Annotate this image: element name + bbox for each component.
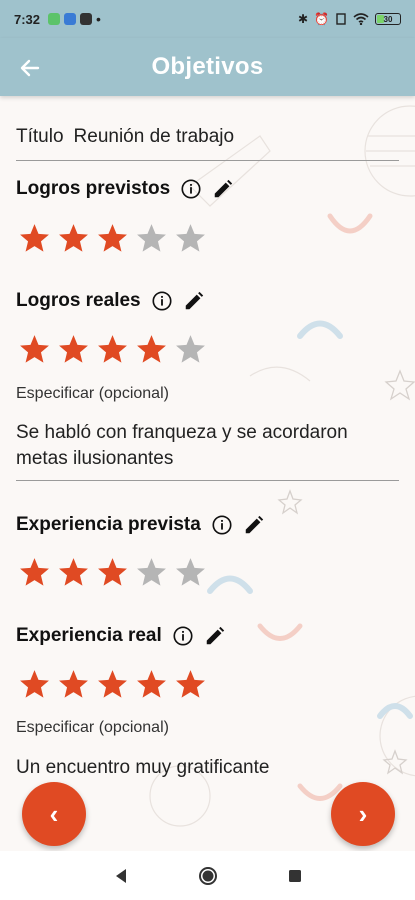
status-bar: 7:32 • ✱ ⏰ 30 bbox=[0, 0, 415, 38]
star-empty-icon[interactable] bbox=[135, 222, 168, 255]
edit-pencil-icon[interactable] bbox=[243, 514, 265, 536]
star-empty-icon[interactable] bbox=[174, 333, 207, 366]
next-button[interactable]: › bbox=[331, 782, 395, 846]
k-app-icon bbox=[80, 13, 93, 25]
note-text[interactable]: Un encuentro muy gratificante bbox=[16, 755, 399, 781]
specify-label: Especificar (opcional) bbox=[16, 385, 169, 402]
background-pattern bbox=[149, 105, 415, 827]
dot-icon: • bbox=[96, 11, 101, 27]
section-label: Logros previstos bbox=[16, 178, 171, 199]
star-empty-icon[interactable] bbox=[135, 556, 168, 589]
star-filled-icon[interactable] bbox=[96, 222, 129, 255]
battery-level: 30 bbox=[383, 14, 393, 24]
note-text[interactable]: Se habló con franqueza y se acordaron me… bbox=[16, 420, 399, 472]
rating-experiencia-real[interactable] bbox=[18, 668, 207, 701]
star-filled-icon[interactable] bbox=[57, 668, 90, 701]
bluetooth-icon: ✱ bbox=[297, 12, 309, 26]
star-filled-icon[interactable] bbox=[18, 333, 51, 366]
whatsapp-icon bbox=[48, 13, 61, 25]
star-filled-icon[interactable] bbox=[96, 556, 129, 589]
rating-logros-reales[interactable] bbox=[18, 333, 207, 366]
section-logros-previstos: Logros previstos bbox=[16, 178, 234, 200]
edit-pencil-icon[interactable] bbox=[204, 625, 226, 647]
section-label: Logros reales bbox=[16, 290, 141, 311]
section-label: Experiencia real bbox=[16, 625, 162, 646]
section-label: Experiencia prevista bbox=[16, 514, 201, 535]
star-filled-icon[interactable] bbox=[57, 556, 90, 589]
app-notification-icon bbox=[64, 13, 77, 25]
divider bbox=[16, 480, 399, 481]
status-time: 7:32 bbox=[14, 11, 41, 27]
info-icon[interactable] bbox=[172, 625, 194, 647]
star-filled-icon[interactable] bbox=[18, 556, 51, 589]
alarm-icon: ⏰ bbox=[314, 12, 329, 26]
chevron-left-icon: ‹ bbox=[49, 798, 59, 829]
title-value: Reunión de trabajo bbox=[73, 126, 235, 147]
back-arrow-icon[interactable] bbox=[18, 56, 42, 80]
info-icon[interactable] bbox=[211, 514, 233, 536]
page-title: Objetivos bbox=[151, 53, 264, 80]
star-empty-icon[interactable] bbox=[174, 556, 207, 589]
nav-home-icon[interactable] bbox=[198, 866, 218, 886]
system-nav-bar bbox=[0, 851, 415, 900]
nav-back-icon[interactable] bbox=[114, 868, 128, 884]
star-filled-icon[interactable] bbox=[18, 222, 51, 255]
star-filled-icon[interactable] bbox=[135, 333, 168, 366]
star-filled-icon[interactable] bbox=[96, 668, 129, 701]
rating-logros-previstos[interactable] bbox=[18, 222, 207, 255]
section-experiencia-real: Experiencia real bbox=[16, 625, 226, 647]
info-icon[interactable] bbox=[180, 178, 202, 200]
star-empty-icon[interactable] bbox=[174, 222, 207, 255]
star-filled-icon[interactable] bbox=[174, 668, 207, 701]
section-experiencia-prevista: Experiencia prevista bbox=[16, 514, 265, 536]
star-filled-icon[interactable] bbox=[57, 222, 90, 255]
sim-icon bbox=[336, 13, 346, 25]
section-logros-reales: Logros reales bbox=[16, 290, 205, 312]
star-filled-icon[interactable] bbox=[18, 668, 51, 701]
title-label: Título bbox=[16, 126, 64, 147]
star-filled-icon[interactable] bbox=[135, 668, 168, 701]
edit-pencil-icon[interactable] bbox=[212, 178, 234, 200]
info-icon[interactable] bbox=[151, 290, 173, 312]
title-field[interactable]: Título Reunión de trabajo bbox=[16, 126, 399, 161]
star-filled-icon[interactable] bbox=[57, 333, 90, 366]
edit-pencil-icon[interactable] bbox=[183, 290, 205, 312]
wifi-icon bbox=[353, 13, 369, 25]
app-bar: Objetivos bbox=[0, 38, 415, 96]
nav-recents-icon[interactable] bbox=[288, 869, 302, 883]
previous-button[interactable]: ‹ bbox=[22, 782, 86, 846]
chevron-right-icon: › bbox=[358, 798, 368, 829]
star-filled-icon[interactable] bbox=[96, 333, 129, 366]
battery-icon: 30 bbox=[375, 13, 401, 25]
specify-label: Especificar (opcional) bbox=[16, 719, 169, 736]
rating-experiencia-prevista[interactable] bbox=[18, 556, 207, 589]
